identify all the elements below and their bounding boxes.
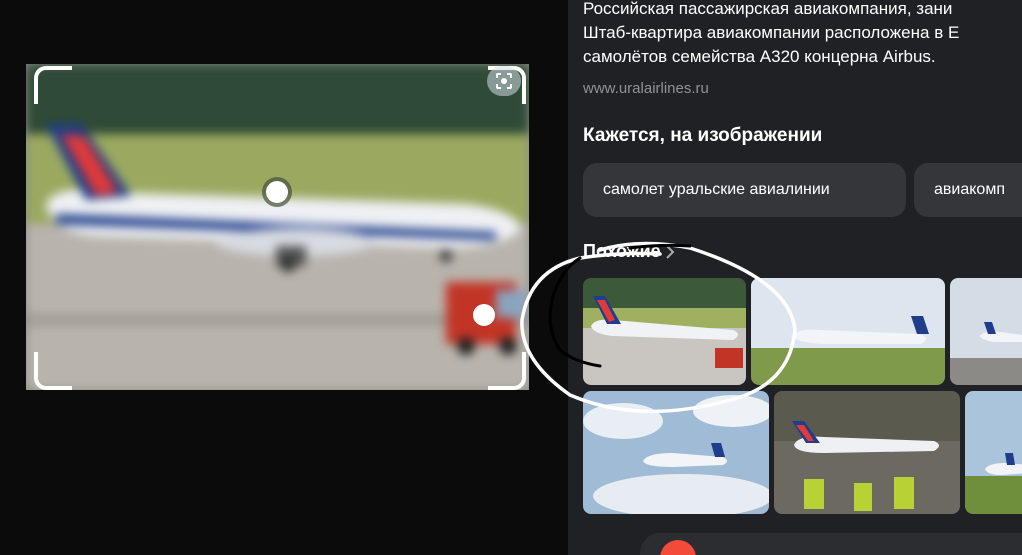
- lens-button[interactable]: [487, 66, 521, 96]
- object-hotspot-plane[interactable]: [266, 181, 288, 203]
- description-line: самолётов семейства A320 концерна Airbus…: [583, 47, 936, 66]
- similar-image-3[interactable]: [950, 278, 1022, 385]
- description-line: Штаб-квартира авиакомпании расположена в…: [583, 23, 960, 42]
- query-image[interactable]: [26, 64, 529, 390]
- chevron-right-icon: [665, 244, 675, 259]
- similar-image-4[interactable]: [583, 391, 769, 514]
- similar-title: Похожие: [583, 241, 661, 261]
- description-line: Российская пассажирская авиакомпания, за…: [583, 0, 953, 18]
- search-bar[interactable]: [640, 533, 1022, 555]
- crop-corner-bottom-left[interactable]: [34, 352, 72, 390]
- suggestion-chip[interactable]: авиакомп: [914, 163, 1022, 217]
- similar-image-6[interactable]: [965, 391, 1022, 514]
- similar-image-5[interactable]: [774, 391, 960, 514]
- similar-heading[interactable]: Похожие: [583, 241, 675, 262]
- source-link[interactable]: www.uralairlines.ru: [583, 80, 709, 97]
- entity-description: Российская пассажирская авиакомпания, за…: [583, 0, 959, 69]
- object-hotspot-truck[interactable]: [473, 304, 495, 326]
- results-panel: Российская пассажирская авиакомпания, за…: [568, 0, 1022, 555]
- image-crop-panel: [0, 0, 568, 555]
- crop-corner-bottom-right[interactable]: [488, 352, 526, 390]
- similar-image-2[interactable]: [751, 278, 945, 385]
- crop-corner-top-left[interactable]: [34, 66, 72, 104]
- looks-like-heading: Кажется, на изображении: [583, 125, 823, 146]
- lens-icon: [496, 73, 512, 89]
- similar-image-1[interactable]: [583, 278, 746, 385]
- suggestion-chip[interactable]: самолет уральские авиалинии: [583, 163, 906, 217]
